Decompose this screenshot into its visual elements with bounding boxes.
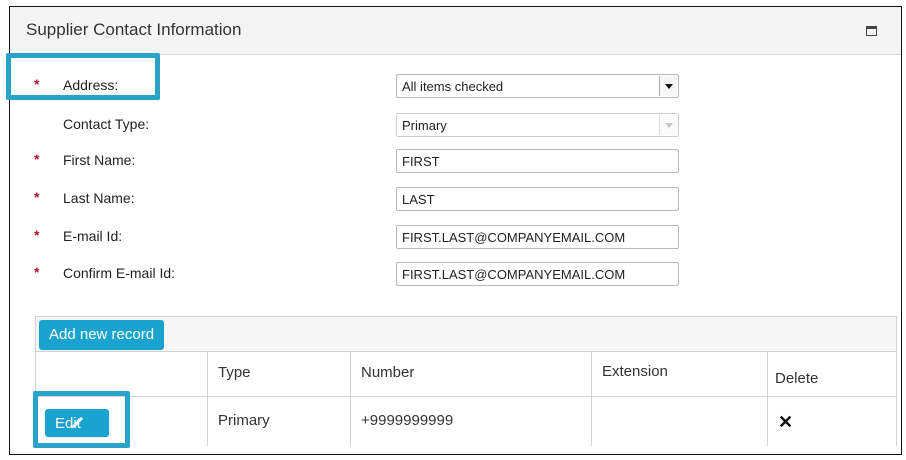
first-name-field[interactable]: FIRST — [396, 149, 679, 173]
column-header-type: Type — [218, 364, 251, 381]
maximize-icon[interactable] — [866, 26, 877, 36]
grid-toolbar: Add new record — [36, 317, 896, 352]
column-header-extension: Extension — [602, 363, 668, 380]
confirm-email-label: Confirm E-mail Id: — [63, 265, 176, 281]
address-select[interactable]: All items checked — [396, 74, 679, 98]
address-highlight-box — [6, 53, 160, 100]
delete-cell: ✕ — [768, 397, 896, 446]
type-value: Primary — [218, 412, 270, 429]
phone-grid: Add new record Type Number Extension Del… — [35, 316, 897, 446]
last-name-row: * Last Name: LAST — [10, 187, 901, 211]
contact-type-label: Contact Type: — [63, 116, 150, 132]
grid-header-edit — [36, 352, 208, 396]
number-value: +9999999999 — [361, 412, 454, 429]
email-row: * E-mail Id: FIRST.LAST@COMPANYEMAIL.COM — [10, 225, 901, 249]
first-name-row: * First Name: FIRST — [10, 149, 901, 173]
confirm-email-row: * Confirm E-mail Id: FIRST.LAST@COMPANYE… — [10, 262, 901, 286]
address-select-value: All items checked — [402, 79, 504, 94]
table-row: Edit Primary +9999999999 ✕ — [36, 397, 896, 446]
required-marker: * — [34, 151, 40, 167]
contact-type-select: Primary — [396, 113, 679, 137]
panel-header: Supplier Contact Information — [10, 7, 901, 55]
contact-type-dropdown-button — [659, 115, 677, 135]
chevron-down-icon — [664, 83, 673, 89]
grid-header-type[interactable]: Type — [208, 352, 351, 396]
add-new-record-button[interactable]: Add new record — [39, 320, 165, 350]
contact-type-value: Primary — [402, 118, 447, 133]
last-name-field[interactable]: LAST — [396, 187, 679, 211]
required-marker: * — [34, 227, 40, 243]
email-label: E-mail Id: — [63, 228, 123, 244]
grid-header-delete[interactable]: Delete — [768, 352, 896, 396]
x-icon[interactable]: ✕ — [778, 412, 793, 433]
type-cell: Primary — [208, 397, 351, 446]
extension-cell — [592, 397, 768, 446]
grid-header-number[interactable]: Number — [351, 352, 592, 396]
grid-header-row: Type Number Extension Delete — [36, 352, 896, 397]
grid-header-extension[interactable]: Extension — [592, 352, 768, 396]
address-dropdown-button[interactable] — [659, 76, 677, 96]
required-marker: * — [34, 189, 40, 205]
email-field[interactable]: FIRST.LAST@COMPANYEMAIL.COM — [396, 225, 679, 249]
confirm-email-field[interactable]: FIRST.LAST@COMPANYEMAIL.COM — [396, 262, 679, 286]
panel-title: Supplier Contact Information — [26, 20, 242, 39]
contact-type-row: Contact Type: Primary — [10, 113, 901, 137]
column-header-delete: Delete — [775, 370, 819, 387]
edit-highlight-box — [33, 391, 130, 448]
column-header-number: Number — [361, 364, 415, 381]
required-marker: * — [34, 264, 40, 280]
chevron-down-icon — [664, 122, 673, 128]
number-cell: +9999999999 — [351, 397, 592, 446]
last-name-label: Last Name: — [63, 190, 135, 206]
first-name-label: First Name: — [63, 152, 136, 168]
